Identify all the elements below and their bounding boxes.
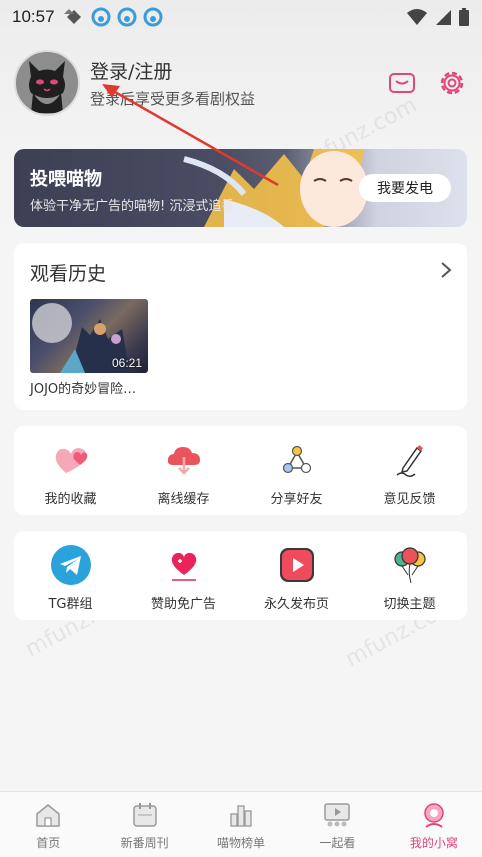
favorites-button[interactable]: 我的收藏 <box>14 440 127 515</box>
app-notification-icon <box>91 7 111 27</box>
banner-subtitle: 体验干净无广告的喵物! 沉浸式追番 <box>30 199 235 214</box>
login-register-link[interactable]: 登录/注册 <box>90 57 255 84</box>
nav-watch-together-label: 一起看 <box>319 836 356 850</box>
ranking-icon <box>226 800 256 830</box>
play-icon <box>277 545 317 585</box>
telegram-icon <box>50 545 91 585</box>
telegram-group-label: TG群组 <box>48 597 93 612</box>
calendar-icon <box>130 800 160 830</box>
donate-banner[interactable]: 投喂喵物 体验干净无广告的喵物! 沉浸式追番 我要发电 <box>14 149 467 227</box>
telegram-group-button[interactable]: TG群组 <box>14 545 127 620</box>
switch-theme-button[interactable]: 切换主题 <box>353 545 466 620</box>
message-icon[interactable] <box>388 71 416 95</box>
donate-button[interactable]: 我要发电 <box>359 174 451 202</box>
permanent-release-page-label: 永久发布页 <box>263 597 329 612</box>
battery-icon <box>459 8 469 26</box>
nav-home[interactable]: 首页 <box>0 792 96 857</box>
bottom-navigation: 首页 新番周刊 喵物榜单 一起看 我的小窝 <box>0 791 482 857</box>
notification-icons <box>63 7 163 27</box>
nav-ranking-label: 喵物榜单 <box>217 836 266 850</box>
nav-watch-together[interactable]: 一起看 <box>289 792 385 857</box>
wifi-icon <box>407 9 427 25</box>
feedback-label: 意见反馈 <box>383 492 436 507</box>
watch-history-card: 观看历史 06:21 JOJO的奇妙冒险… <box>14 243 467 410</box>
switch-theme-label: 切换主题 <box>383 597 436 612</box>
chevron-right-icon[interactable] <box>439 261 453 279</box>
nav-profile-label: 我的小窝 <box>409 836 458 850</box>
signal-icon <box>436 10 451 25</box>
status-bar: 10:57 <box>0 0 482 34</box>
black-cat-avatar-icon <box>17 53 77 113</box>
login-benefit-text: 登录后享受更多看剧权益 <box>90 90 256 108</box>
app-notification-icon <box>117 7 137 27</box>
nav-ranking[interactable]: 喵物榜单 <box>193 792 289 857</box>
watch-history-title: 观看历史 <box>30 263 107 285</box>
permanent-release-page-button[interactable]: 永久发布页 <box>240 545 353 620</box>
nav-weekly[interactable]: 新番周刊 <box>96 792 192 857</box>
app-notification-icon <box>143 7 163 27</box>
offline-cache-button[interactable]: 离线缓存 <box>127 440 240 515</box>
share-friends-button[interactable]: 分享好友 <box>240 440 353 515</box>
diamond-notification-icon <box>63 9 81 24</box>
share-icon <box>277 440 317 480</box>
share-friends-label: 分享好友 <box>270 492 323 507</box>
status-time: 10:57 <box>12 7 55 26</box>
balloons-icon <box>390 545 430 585</box>
nav-home-label: 首页 <box>36 836 61 850</box>
feedback-button[interactable]: 意见反馈 <box>353 440 466 515</box>
watch-together-icon <box>322 800 352 830</box>
settings-gear-icon[interactable] <box>436 67 468 99</box>
sponsor-no-ads-button[interactable]: 赞助免广告 <box>127 545 240 620</box>
feature-grid-2: TG群组 赞助免广告 永久发布页 切换主题 <box>14 531 467 620</box>
home-icon <box>33 800 63 830</box>
video-duration: 06:21 <box>111 356 142 370</box>
cloud-download-icon <box>164 440 204 480</box>
sponsor-no-ads-label: 赞助免广告 <box>150 597 216 612</box>
avatar[interactable] <box>14 50 80 116</box>
offline-cache-label: 离线缓存 <box>157 492 210 507</box>
profile-header[interactable]: 登录/注册 登录后享受更多看剧权益 <box>14 50 468 116</box>
profile-icon <box>419 800 449 830</box>
history-item-title[interactable]: JOJO的奇妙冒险… <box>30 378 136 397</box>
feature-grid-1: 我的收藏 离线缓存 分享好友 意见反馈 <box>14 426 467 515</box>
sponsor-heart-icon <box>164 545 204 585</box>
history-item-thumbnail[interactable]: 06:21 <box>30 299 148 373</box>
feedback-pen-icon <box>390 440 430 480</box>
nav-profile[interactable]: 我的小窝 <box>386 792 482 857</box>
heart-icon <box>51 440 91 480</box>
favorites-label: 我的收藏 <box>44 492 97 507</box>
nav-weekly-label: 新番周刊 <box>120 836 169 850</box>
banner-title: 投喂喵物 <box>30 169 102 190</box>
system-icons <box>406 7 470 27</box>
